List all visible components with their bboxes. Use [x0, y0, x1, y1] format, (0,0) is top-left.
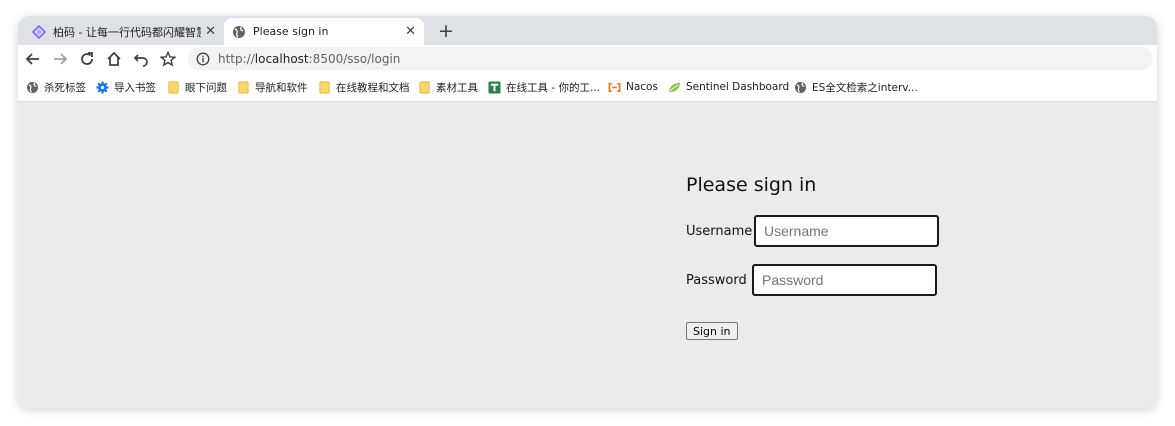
bookmark-item[interactable]: Sentinel Dashboard [668, 79, 789, 95]
password-input[interactable] [752, 264, 937, 296]
bookmark-item[interactable]: 在线工具 - 你的工... [488, 79, 600, 95]
username-input[interactable] [754, 215, 939, 247]
bookmark-item[interactable]: ES全文检索之interv... [794, 79, 918, 95]
bookmark-label: Sentinel Dashboard [686, 81, 790, 93]
bookmark-folder[interactable]: 素材工具 [418, 79, 478, 95]
page-title: Please sign in [686, 174, 817, 196]
globe-icon [233, 25, 245, 38]
tab-title: 柏码 - 让每一行代码都闪耀智慧的光芒 [53, 25, 201, 39]
url-host: localhost [254, 51, 309, 66]
back-button[interactable] [22, 48, 44, 70]
folder-icon [238, 81, 249, 93]
forward-arrow-icon [54, 53, 68, 65]
gear-icon [96, 80, 109, 94]
browser-window: 柏码 - 让每一行代码都闪耀智慧的光芒 ✕ Please sign in ✕ + [18, 16, 1157, 408]
new-tab-button[interactable]: + [434, 19, 458, 43]
bookmark-label: Nacos [626, 81, 658, 93]
bookmark-folder[interactable]: 在线教程和文档 [318, 79, 410, 95]
url-scheme: http:// [218, 51, 255, 66]
tab-baima[interactable]: 柏码 - 让每一行代码都闪耀智慧的光芒 ✕ [24, 18, 224, 45]
bookmark-label: 在线教程和文档 [336, 81, 410, 94]
bookmark-label: 杀死标签 [44, 81, 86, 94]
star-icon [160, 51, 176, 67]
folder-icon [319, 81, 330, 93]
bookmark-folder[interactable]: 导航和软件 [237, 79, 308, 95]
bookmark-label: 导航和软件 [255, 81, 308, 94]
home-icon [107, 51, 121, 66]
undo-button[interactable] [130, 48, 152, 70]
undo-icon [133, 54, 148, 67]
toolbar: http://localhost:8500/sso/login [18, 45, 1157, 72]
baima-logo-icon [32, 24, 46, 39]
reload-icon [81, 52, 93, 65]
back-arrow-icon [25, 53, 39, 65]
nacos-icon [608, 82, 621, 92]
tool-icon [488, 80, 501, 94]
globe-icon [794, 81, 807, 93]
bookmark-item[interactable]: 导入书签 [96, 79, 156, 95]
tab-close-icon[interactable]: ✕ [405, 24, 416, 39]
folder-icon [419, 81, 430, 93]
tab-please-sign-in[interactable]: Please sign in ✕ [224, 18, 424, 45]
info-icon[interactable] [196, 52, 210, 66]
sign-in-button[interactable]: Sign in [686, 322, 738, 340]
bookmark-label: 导入书签 [114, 81, 156, 94]
address-bar[interactable]: http://localhost:8500/sso/login [188, 47, 1153, 70]
page-content: Please sign in Username Password Sign in [18, 102, 1157, 408]
tab-strip: 柏码 - 让每一行代码都闪耀智慧的光芒 ✕ Please sign in ✕ + [18, 16, 1157, 45]
bookmark-label: ES全文检索之interv... [812, 81, 918, 94]
bookmarks-bar: 杀死标签 导入书签 眼下问题 导航和软件 在线教程和文档 素材工具 在线工具 -… [18, 72, 1157, 102]
bookmark-label: 眼下问题 [185, 81, 227, 94]
leaf-icon [668, 82, 681, 92]
home-button[interactable] [103, 48, 125, 70]
bookmark-item[interactable]: 杀死标签 [26, 79, 86, 95]
bookmark-folder[interactable]: 眼下问题 [167, 79, 227, 95]
bookmark-label: 素材工具 [436, 81, 478, 94]
url-path: :8500/sso/login [308, 51, 401, 66]
tab-title: Please sign in [253, 25, 329, 38]
bookmark-star-button[interactable] [157, 48, 179, 70]
folder-icon [168, 81, 179, 93]
username-label: Username [686, 224, 753, 239]
tab-close-icon[interactable]: ✕ [205, 24, 216, 39]
globe-icon [26, 81, 39, 93]
bookmark-label: 在线工具 - 你的工... [506, 81, 600, 94]
password-label: Password [686, 273, 747, 288]
forward-button[interactable] [49, 48, 71, 70]
reload-button[interactable] [76, 48, 98, 70]
bookmark-item[interactable]: Nacos [608, 79, 658, 95]
